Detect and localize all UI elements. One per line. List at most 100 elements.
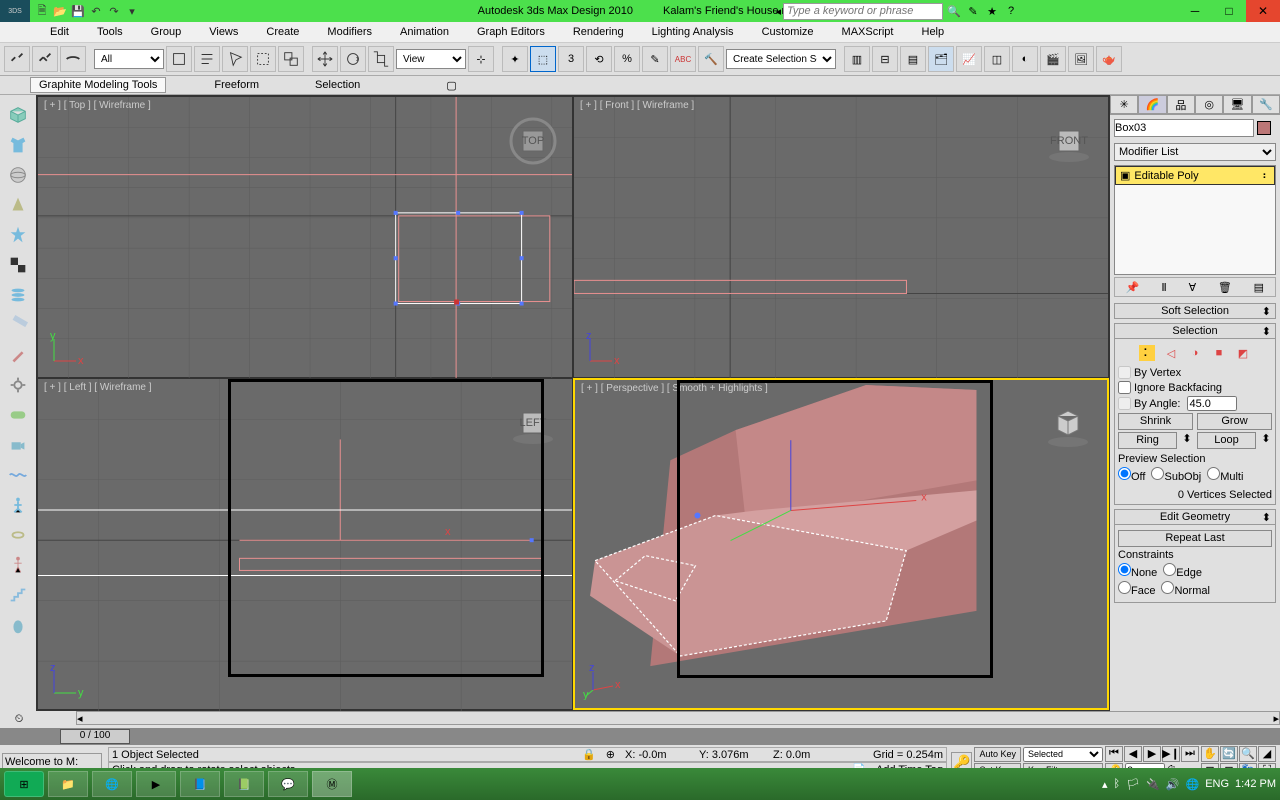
cylinder-stack-icon[interactable]	[4, 281, 32, 309]
viewport-perspective[interactable]: [ + ] [ Perspective ] [ Smooth + Highlig…	[573, 378, 1109, 710]
unlink-icon[interactable]	[32, 46, 58, 72]
modifier-stack[interactable]: ▣Editable Poly⠆	[1114, 165, 1276, 275]
render-icon[interactable]: 🫖	[1096, 46, 1122, 72]
pan-icon[interactable]: ✋	[1201, 746, 1219, 762]
hammer-icon[interactable]: 🔨	[698, 46, 724, 72]
edge-subobj-icon[interactable]: ◁	[1163, 345, 1179, 361]
spinner-snap-icon[interactable]: %	[614, 46, 640, 72]
rotate-icon[interactable]	[340, 46, 366, 72]
pivot-icon[interactable]: ⊹	[468, 46, 494, 72]
motion-tab-icon[interactable]: ◎	[1195, 95, 1223, 114]
viewcube-persp[interactable]	[1044, 400, 1092, 448]
favorites-icon[interactable]: ★	[983, 2, 1001, 20]
pin-stack-icon[interactable]: 📌	[1126, 281, 1140, 294]
element-subobj-icon[interactable]: ◩	[1235, 345, 1251, 361]
mirror-icon[interactable]: ▥	[844, 46, 870, 72]
search-prev-icon[interactable]: ◂	[775, 5, 781, 18]
network-icon[interactable]: 🌐	[1185, 778, 1199, 791]
open-icon[interactable]: 📂	[52, 3, 68, 19]
curve-editor-icon[interactable]: 📈	[956, 46, 982, 72]
lang-indicator[interactable]: ENG	[1205, 778, 1229, 790]
vertex-subobj-icon[interactable]: ⠅	[1139, 345, 1155, 361]
abc-icon[interactable]: ABC	[670, 46, 696, 72]
border-subobj-icon[interactable]: ◑	[1187, 345, 1203, 361]
goto-start-icon[interactable]: ⏮	[1105, 746, 1123, 762]
zoom-icon[interactable]: 🔍	[1239, 746, 1257, 762]
by-vertex-checkbox[interactable]	[1118, 366, 1131, 379]
scale-icon[interactable]	[368, 46, 394, 72]
menu-maxscript[interactable]: MAXScript	[832, 24, 904, 40]
rect-select-icon[interactable]	[250, 46, 276, 72]
next-frame-icon[interactable]: ▶❙	[1162, 746, 1180, 762]
autokey-button[interactable]: Auto Key	[974, 747, 1021, 762]
communication-icon[interactable]: ✎	[964, 2, 982, 20]
time-slider-thumb[interactable]: 0 / 100	[60, 729, 130, 744]
play-icon[interactable]: ▶	[1143, 746, 1161, 762]
menu-help[interactable]: Help	[912, 24, 955, 40]
material-editor-icon[interactable]: ◐	[1012, 46, 1038, 72]
render-setup-icon[interactable]: 🎬	[1040, 46, 1066, 72]
modifier-list-dropdown[interactable]: Modifier List	[1114, 143, 1276, 161]
gear-icon[interactable]	[4, 371, 32, 399]
by-angle-checkbox[interactable]	[1118, 397, 1131, 410]
move-icon[interactable]	[312, 46, 338, 72]
time-config-icon[interactable]: ⏲	[15, 713, 24, 726]
edit-named-sel-icon[interactable]: ✎	[642, 46, 668, 72]
display-tab-icon[interactable]: 🖥	[1223, 95, 1251, 114]
ribbon-tab-freeform[interactable]: Freeform	[206, 78, 267, 92]
skeleton-icon[interactable]	[4, 491, 32, 519]
angle-input[interactable]	[1187, 396, 1237, 411]
render-frame-icon[interactable]: 🖼	[1068, 46, 1094, 72]
constraint-edge-radio[interactable]	[1163, 563, 1176, 576]
cursor-icon[interactable]	[222, 46, 248, 72]
key-mode-select[interactable]: Selected	[1023, 747, 1103, 762]
menu-create[interactable]: Create	[256, 24, 309, 40]
viewport-front[interactable]: [ + ] [ Front ] [ Wireframe ] FRONT xz	[573, 96, 1109, 378]
bluetooth-icon[interactable]: ᛒ	[1114, 778, 1121, 790]
app-logo-icon[interactable]: 3DS	[0, 0, 30, 22]
link-icon[interactable]	[4, 46, 30, 72]
chrome-task-icon[interactable]: 🌐	[92, 771, 132, 797]
menu-modifiers[interactable]: Modifiers	[317, 24, 382, 40]
align-icon[interactable]: ⊟	[872, 46, 898, 72]
menu-customize[interactable]: Customize	[752, 24, 824, 40]
window-crossing-icon[interactable]	[278, 46, 304, 72]
remove-mod-icon[interactable]: 🗑	[1218, 281, 1232, 294]
checker-icon[interactable]	[4, 251, 32, 279]
foot-icon[interactable]	[4, 611, 32, 639]
ribbon-tab-graphite[interactable]: Graphite Modeling Tools	[30, 77, 166, 93]
constraint-none-radio[interactable]	[1118, 563, 1131, 576]
power-icon[interactable]: 🔌	[1146, 778, 1160, 791]
configure-icon[interactable]: ▤	[1254, 281, 1264, 294]
polygon-subobj-icon[interactable]: ■	[1211, 345, 1227, 361]
shrink-button[interactable]: Shrink	[1118, 413, 1193, 430]
menu-group[interactable]: Group	[141, 24, 192, 40]
snap-toggle-icon[interactable]: ⬚	[530, 46, 556, 72]
plus-icon[interactable]: ▾	[124, 3, 140, 19]
object-name-input[interactable]	[1114, 119, 1254, 137]
constraint-normal-radio[interactable]	[1161, 581, 1174, 594]
ruler-icon[interactable]	[4, 311, 32, 339]
save-icon[interactable]: 💾	[70, 3, 86, 19]
volume-icon[interactable]: 🔊	[1166, 778, 1180, 791]
stairs-icon[interactable]	[4, 581, 32, 609]
preview-off-radio[interactable]	[1118, 467, 1131, 480]
angle-snap-icon[interactable]: 3	[558, 46, 584, 72]
preview-subobj-radio[interactable]	[1151, 467, 1164, 480]
cone-icon[interactable]	[4, 191, 32, 219]
word-task-icon[interactable]: 📘	[180, 771, 220, 797]
select-object-icon[interactable]	[166, 46, 192, 72]
percent-snap-icon[interactable]: ⟲	[586, 46, 612, 72]
constraint-face-radio[interactable]	[1118, 581, 1131, 594]
binoculars-icon[interactable]: 🔍	[945, 2, 963, 20]
preview-multi-radio[interactable]	[1207, 467, 1220, 480]
object-color-swatch[interactable]	[1257, 121, 1271, 135]
loop-button[interactable]: Loop	[1197, 432, 1256, 449]
wave-icon[interactable]	[4, 461, 32, 489]
sphere-icon[interactable]	[4, 161, 32, 189]
schematic-icon[interactable]: ◫	[984, 46, 1010, 72]
menu-grapheditors[interactable]: Graph Editors	[467, 24, 555, 40]
menu-edit[interactable]: Edit	[40, 24, 79, 40]
show-result-icon[interactable]: Ⅱ	[1161, 281, 1166, 294]
bind-icon[interactable]	[60, 46, 86, 72]
